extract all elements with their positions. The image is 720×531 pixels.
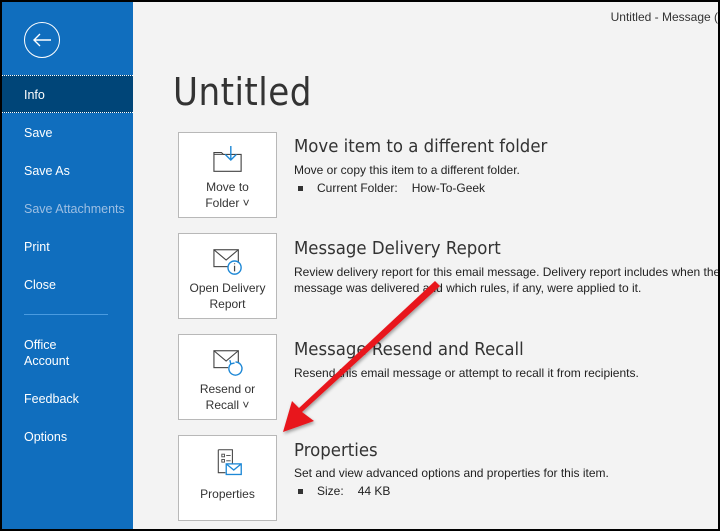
- sidebar-item-save-attachments: Save Attachments: [24, 202, 125, 216]
- properties-label: Properties: [200, 487, 255, 501]
- resend-or-recall-label: Resend or Recall ˅: [199, 382, 256, 412]
- open-delivery-report-button[interactable]: Open Delivery Report: [178, 233, 277, 319]
- move-to-folder-label: Move to Folder ˅: [205, 180, 250, 210]
- sidebar-item-feedback[interactable]: Feedback: [2, 391, 133, 407]
- envelope-info-icon: [212, 249, 242, 275]
- move-section-description: Move or copy this item to a different fo…: [294, 163, 520, 177]
- back-button[interactable]: [24, 22, 60, 58]
- current-folder-detail: Current Folder: How-To-Geek: [298, 181, 485, 195]
- properties-section-description: Set and view advanced options and proper…: [294, 466, 609, 480]
- properties-button[interactable]: Properties: [178, 435, 277, 521]
- properties-icon: [217, 449, 242, 476]
- window-title: Untitled - Message (: [610, 10, 718, 24]
- size-detail: Size: 44 KB: [298, 484, 390, 498]
- bullet-icon: [298, 489, 303, 495]
- envelope-resend-icon: [212, 350, 243, 376]
- properties-section-title: Properties: [294, 440, 378, 461]
- sidebar-item-info[interactable]: Info: [2, 75, 133, 113]
- move-section-title: Move item to a different folder: [294, 136, 548, 157]
- sidebar-item-office-account[interactable]: Office Account: [2, 337, 82, 369]
- move-to-folder-button[interactable]: Move to Folder ˅: [178, 132, 277, 218]
- sidebar-item-save[interactable]: Save: [2, 125, 133, 141]
- page-title: Untitled: [173, 70, 312, 114]
- resend-section-description: Resend this email message or attempt to …: [294, 366, 639, 380]
- sidebar-item-close[interactable]: Close: [2, 277, 133, 293]
- back-arrow-icon: [33, 33, 51, 47]
- size-value: 44 KB: [357, 484, 391, 498]
- delivery-section-title: Message Delivery Report: [294, 238, 501, 259]
- backstage-window: Info Save Save As Save Attachments Print…: [2, 2, 718, 529]
- size-label: Size:: [317, 484, 344, 498]
- sidebar-item-save-as[interactable]: Save As: [2, 163, 133, 179]
- current-folder-label: Current Folder:: [317, 181, 398, 195]
- sidebar-divider: [24, 314, 108, 315]
- sidebar-item-options[interactable]: Options: [2, 429, 133, 445]
- sidebar-item-print[interactable]: Print: [2, 239, 133, 255]
- open-delivery-report-label: Open Delivery Report: [189, 281, 266, 311]
- resend-or-recall-button[interactable]: Resend or Recall ˅: [178, 334, 277, 420]
- resend-section-title: Message Resend and Recall: [294, 339, 524, 360]
- current-folder-value: How-To-Geek: [411, 181, 486, 195]
- folder-move-icon: [212, 145, 242, 172]
- delivery-section-description: Review delivery report for this email me…: [294, 265, 718, 295]
- bullet-icon: [298, 186, 303, 192]
- backstage-sidebar: Info Save Save As Save Attachments Print…: [2, 2, 133, 529]
